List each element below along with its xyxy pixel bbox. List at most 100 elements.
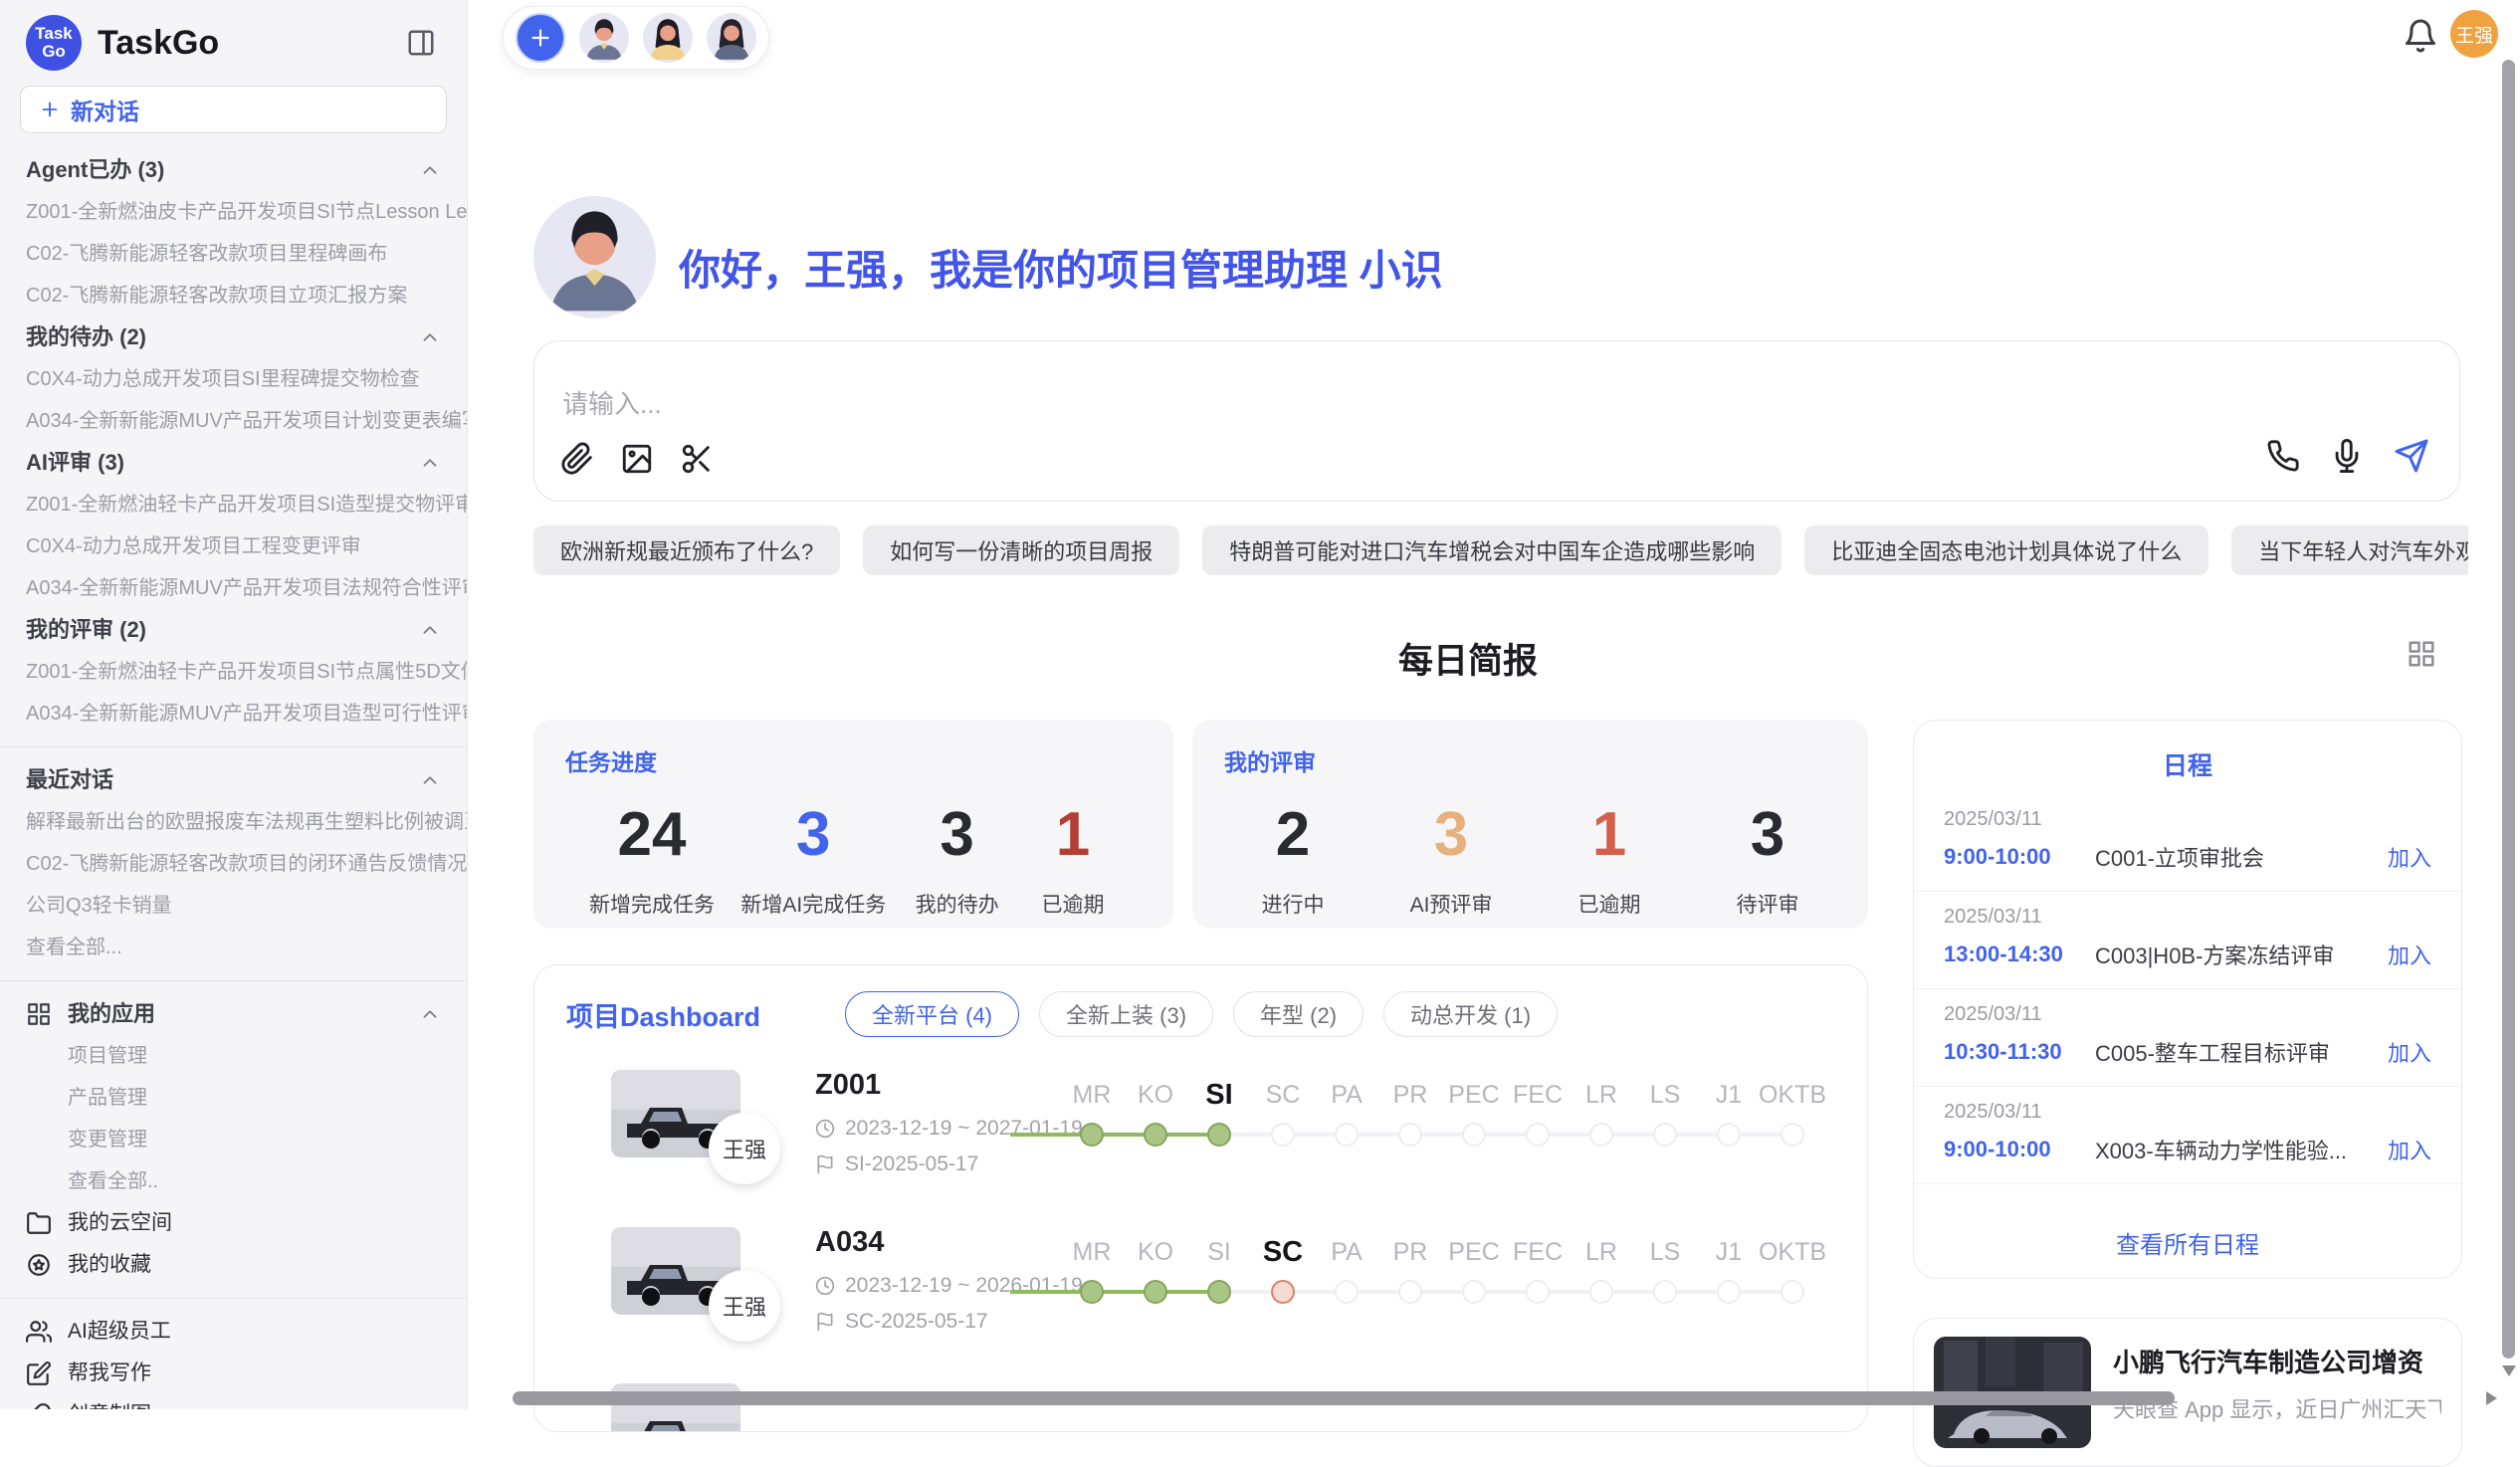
vertical-scrollbar-thumb[interactable] (2502, 60, 2515, 1359)
recent-chat-item[interactable]: C02-飞腾新能源轻客改款项目的闭环通告反馈情况 (0, 843, 467, 885)
stat-label: 待评审 (1723, 889, 1812, 919)
stat-label: 新增完成任务 (589, 889, 715, 919)
folder-icon (26, 1210, 52, 1236)
join-meeting-link[interactable]: 加入 (2388, 1036, 2431, 1068)
app-item-change-mgmt[interactable]: 变更管理 (0, 1119, 467, 1160)
scroll-right-arrow[interactable] (2486, 1391, 2497, 1405)
new-chat-button[interactable]: 新对话 (20, 86, 447, 133)
scroll-down-arrow[interactable] (2502, 1365, 2516, 1376)
section-header-ai-review[interactable]: AI评审 (3) (0, 442, 467, 484)
image-icon (620, 442, 654, 476)
sidebar-item[interactable]: Z001-全新燃油皮卡产品开发项目SI节点Lesson Learn报告 (0, 191, 467, 233)
send-icon (2394, 438, 2429, 474)
sidebar-item[interactable]: A034-全新新能源MUV产品开发项目计划变更表编写 (0, 400, 467, 442)
sidebar-item-creative-draw[interactable]: 创意制图 (0, 1394, 467, 1409)
section-header-my-todo[interactable]: 我的待办 (2) (0, 316, 467, 358)
join-meeting-link[interactable]: 加入 (2388, 1134, 2431, 1165)
collapse-sidebar-button[interactable] (401, 23, 441, 63)
agent-avatar[interactable] (643, 13, 693, 63)
join-meeting-link[interactable]: 加入 (2388, 841, 2431, 873)
sidebar-item[interactable]: Z001-全新燃油轻卡产品开发项目SI造型提交物评审 (0, 484, 467, 525)
recent-chat-item[interactable]: 解释最新出台的欧盟报废车法规再生塑料比例被调至15%... (0, 801, 467, 843)
sidebar-item-cloud-space[interactable]: 我的云空间 (0, 1202, 467, 1244)
voice-call-button[interactable] (2266, 439, 2300, 478)
chat-input[interactable] (562, 389, 1458, 420)
project-flag-date: SC-2025-05-17 (815, 1310, 988, 1334)
new-chat-label: 新对话 (71, 93, 139, 126)
card-title: 任务进度 (565, 743, 1142, 777)
plus-icon (39, 99, 61, 120)
sidebar-item-my-apps[interactable]: 我的应用 (0, 993, 467, 1035)
divider (0, 980, 467, 981)
sidebar-item[interactable]: A034-全新新能源MUV产品开发项目法规符合性评审 (0, 567, 467, 609)
sidebar-item[interactable]: A034-全新新能源MUV产品开发项目造型可行性评审 (0, 693, 467, 734)
join-meeting-link[interactable]: 加入 (2388, 939, 2431, 970)
sidebar-item[interactable]: C0X4-动力总成开发项目SI里程碑提交物检查 (0, 358, 467, 400)
sidebar-item[interactable]: C0X4-动力总成开发项目工程变更评审 (0, 525, 467, 567)
snip-button[interactable] (680, 442, 714, 481)
stat-value: 3 (913, 799, 1002, 871)
chat-input-box (533, 340, 2460, 502)
app-item-project-mgmt[interactable]: 项目管理 (0, 1035, 467, 1077)
chevron-up-icon (419, 326, 441, 348)
app-item-product-mgmt[interactable]: 产品管理 (0, 1077, 467, 1119)
schedule-item: 2025/03/11 9:00-10:00 C001-立项审批会 加入 (1914, 794, 2461, 892)
grid-icon (2407, 639, 2436, 669)
agent-switcher (503, 6, 769, 70)
suggestion-chip[interactable]: 欧洲新规最近颁布了什么? (533, 525, 840, 575)
stat-value: 24 (589, 799, 715, 871)
add-agent-button[interactable] (516, 13, 565, 63)
project-date-range: 2023-12-19 ~ 2027-01-19 (815, 1117, 1083, 1141)
panel-collapse-icon (406, 28, 436, 58)
image-upload-button[interactable] (620, 442, 654, 481)
stat-value: 1 (1028, 799, 1118, 871)
tab-powertrain[interactable]: 动总开发 (1) (1383, 991, 1558, 1037)
my-review-card: 我的评审 2 进行中 3 AI预评审 1 已逾期 3 待评审 (1192, 720, 1868, 929)
tab-new-platform[interactable]: 全新平台 (4) (845, 991, 1019, 1037)
suggestion-chip[interactable]: 特朗普可能对进口汽车增税会对中国车企造成哪些影响 (1202, 525, 1782, 575)
horizontal-scrollbar-thumb[interactable] (513, 1391, 2175, 1405)
suggestion-chip[interactable]: 当下年轻人对汽车外观有怎样的喜好趋势 (2231, 525, 2468, 575)
stat-value: 2 (1248, 799, 1338, 871)
news-title: 小鹏飞行汽车制造公司增资 (2113, 1343, 2423, 1379)
tab-new-body[interactable]: 全新上装 (3) (1039, 991, 1213, 1037)
sidebar-item-favorites[interactable]: 我的收藏 (0, 1244, 467, 1286)
schedule-card: 日程 2025/03/11 9:00-10:00 C001-立项审批会 加入 2… (1913, 720, 2462, 1279)
stat-label: AI预评审 (1406, 889, 1496, 919)
suggestion-chip[interactable]: 比亚迪全固态电池计划具体说了什么 (1804, 525, 2208, 575)
greeting-text: 你好，王强，我是你的项目管理助理 小识 (679, 237, 1443, 298)
schedule-name: C001-立项审批会 (2095, 841, 2388, 873)
schedule-time: 9:00-10:00 (1944, 1137, 2095, 1162)
view-all-schedule-link[interactable]: 查看所有日程 (1914, 1225, 2461, 1260)
send-button[interactable] (2394, 438, 2429, 479)
project-row (534, 1378, 1867, 1432)
attach-button[interactable] (560, 442, 594, 481)
user-avatar[interactable]: 王强 (2450, 10, 2498, 58)
agent-avatar[interactable] (707, 13, 756, 63)
recent-chat-item[interactable]: 公司Q3轻卡销量 (0, 885, 467, 927)
agent-avatar[interactable] (579, 13, 629, 63)
star-badge-icon (26, 1252, 52, 1278)
sidebar-item[interactable]: Z001-全新燃油轻卡产品开发项目SI节点属性5D文件评审 (0, 651, 467, 693)
tab-model-year[interactable]: 年型 (2) (1233, 991, 1364, 1037)
sidebar-item-help-write[interactable]: 帮我写作 (0, 1353, 467, 1394)
chevron-up-icon (419, 1003, 441, 1025)
sidebar-item[interactable]: C02-飞腾新能源轻客改款项目里程碑画布 (0, 233, 467, 275)
project-code: Z001 (815, 1069, 881, 1102)
recent-view-all[interactable]: 查看全部... (0, 927, 467, 968)
section-header-agent-done[interactable]: Agent已办 (3) (0, 149, 467, 191)
schedule-item: 2025/03/11 13:00-14:30 C003|H0B-方案冻结评审 加… (1914, 892, 2461, 989)
suggestion-chip[interactable]: 如何写一份清晰的项目周报 (863, 525, 1179, 575)
milestone-track: MR KO SI SC PA PR PEC FEC LR LS J1 OKTB (1060, 1232, 1824, 1304)
section-header-my-review[interactable]: 我的评审 (2) (0, 609, 467, 651)
section-header-recent-chats[interactable]: 最近对话 (0, 759, 467, 801)
layout-toggle-button[interactable] (2407, 639, 2436, 674)
apps-view-all[interactable]: 查看全部.. (0, 1160, 467, 1202)
stat-label: 我的待办 (913, 889, 1002, 919)
mic-button[interactable] (2330, 439, 2364, 478)
chevron-up-icon (419, 452, 441, 474)
edit-icon (26, 1361, 52, 1386)
sidebar-item[interactable]: C02-飞腾新能源轻客改款项目立项汇报方案 (0, 275, 467, 316)
notifications-button[interactable] (2403, 18, 2438, 59)
sidebar-item-ai-staff[interactable]: AI超级员工 (0, 1311, 467, 1353)
